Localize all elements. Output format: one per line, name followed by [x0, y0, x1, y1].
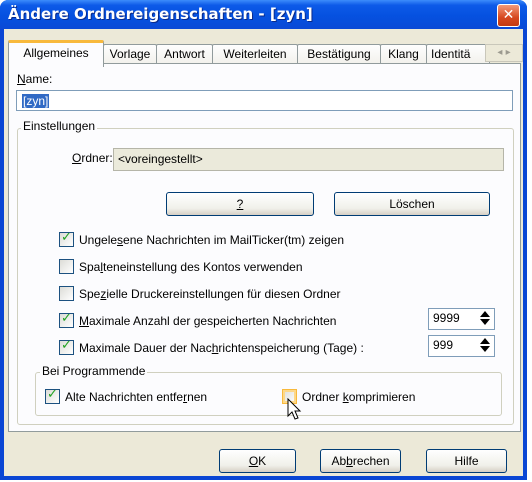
- spin-arrows-icon[interactable]: [480, 338, 492, 353]
- tab-weiterleiten[interactable]: Weiterleiten: [212, 44, 298, 64]
- option-show-unread-checkbox[interactable]: [59, 230, 74, 247]
- mouse-cursor-icon: [287, 398, 302, 420]
- option-max-count-label: Maximale Anzahl der gespeicherten Nachri…: [79, 314, 337, 328]
- dialog-window: Ändere Ordnereigenschaften - [zyn] ✕ All…: [0, 0, 527, 480]
- help-button[interactable]: Hilfe: [426, 449, 507, 473]
- option-column-settings-checkbox[interactable]: [59, 259, 74, 274]
- option-max-duration-label: Maximale Dauer der Nachrichtenspeicherun…: [79, 341, 364, 355]
- tab-strip: Allgemeines Vorlage Antwort Weiterleiten…: [8, 40, 523, 67]
- tab-allgemeines[interactable]: Allgemeines: [8, 40, 104, 67]
- ok-button[interactable]: OK: [219, 449, 296, 473]
- general-tab-panel: Name: [zyn] Einstellungen Ordner: <vorei…: [8, 63, 521, 432]
- dialog-client: Allgemeines Vorlage Antwort Weiterleiten…: [4, 29, 523, 476]
- option-max-duration-checkbox[interactable]: [59, 338, 74, 355]
- question-button[interactable]: ?: [166, 192, 314, 216]
- tab-klang[interactable]: Klang: [380, 44, 427, 64]
- option-column-settings-label: Spalteneinstellung des Kontos verwenden: [79, 260, 303, 274]
- option-max-count-checkbox[interactable]: [59, 311, 74, 328]
- compress-folder-label: Ordner komprimieren: [302, 390, 416, 404]
- option-print-settings-checkbox[interactable]: [59, 286, 74, 301]
- spin-arrows-icon[interactable]: [480, 311, 492, 326]
- title-bar[interactable]: Ändere Ordnereigenschaften - [zyn] ✕: [0, 0, 527, 29]
- max-duration-spinner[interactable]: 999: [428, 335, 495, 357]
- max-count-spinner[interactable]: 9999: [428, 308, 495, 330]
- remove-old-messages-checkbox[interactable]: [45, 387, 60, 404]
- remove-old-messages-label: Alte Nachrichten entfernen: [65, 390, 208, 404]
- option-print-settings-label: Spezielle Druckereinstellungen für diese…: [79, 287, 341, 301]
- tab-bestaetigung[interactable]: Bestätigung: [297, 44, 381, 64]
- window-title: Ändere Ordnereigenschaften - [zyn]: [8, 5, 313, 23]
- folder-label: Ordner:: [72, 151, 113, 165]
- settings-group-label: Einstellungen: [21, 119, 98, 133]
- name-input-value: [zyn]: [22, 94, 50, 108]
- delete-button[interactable]: Löschen: [334, 192, 490, 216]
- tab-antwort[interactable]: Antwort: [156, 44, 213, 64]
- max-duration-value: 999: [433, 338, 454, 352]
- tab-vorlage[interactable]: Vorlage: [103, 44, 157, 64]
- option-show-unread-label: Ungelesene Nachrichten im MailTicker(tm)…: [79, 233, 344, 247]
- name-input[interactable]: [zyn]: [16, 90, 513, 111]
- tab-scroll-arrows[interactable]: ◂ ▸: [485, 44, 523, 62]
- name-label: Name:: [17, 72, 53, 86]
- cancel-button[interactable]: Abbrechen: [320, 449, 401, 473]
- folder-field: <voreingestellt>: [113, 148, 504, 171]
- tab-identitaet[interactable]: Identitä: [426, 44, 490, 64]
- max-count-value: 9999: [433, 311, 460, 325]
- program-end-group-label: Bei Programmende: [40, 364, 148, 378]
- close-button[interactable]: ✕: [497, 4, 520, 27]
- close-icon: ✕: [502, 7, 515, 23]
